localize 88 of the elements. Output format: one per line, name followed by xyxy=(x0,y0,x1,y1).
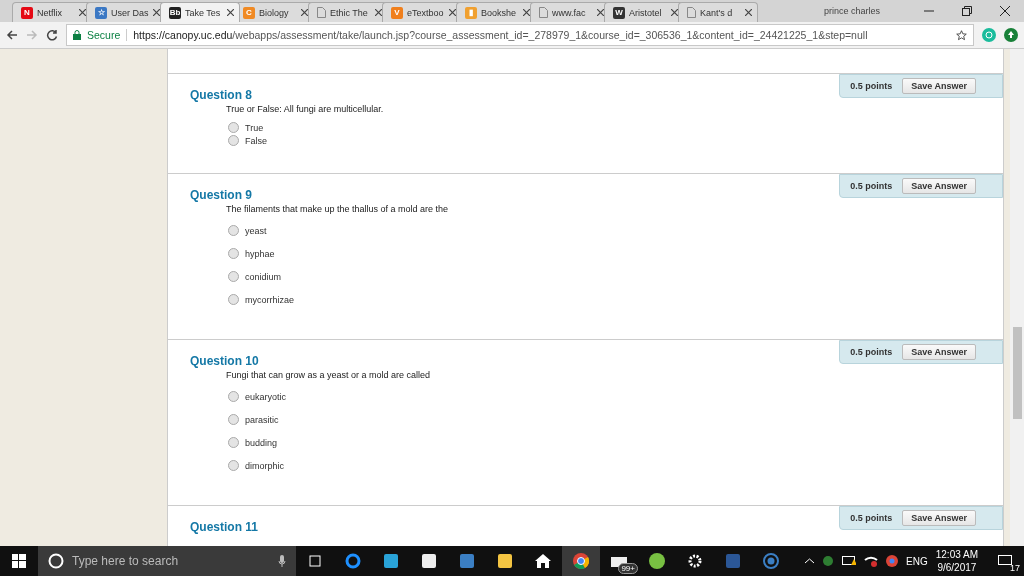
close-icon[interactable] xyxy=(301,9,308,16)
radio-button[interactable] xyxy=(228,437,239,448)
wifi-off-icon[interactable] xyxy=(864,555,879,567)
tab-title: Netflix xyxy=(37,7,63,18)
answer-option[interactable]: yeast xyxy=(228,225,1003,236)
browser-tab[interactable]: Bb Take Tes xyxy=(160,2,240,22)
microphone-icon[interactable] xyxy=(278,555,286,567)
search-placeholder: Type here to search xyxy=(72,554,180,568)
back-icon[interactable] xyxy=(6,29,18,41)
radio-button[interactable] xyxy=(228,225,239,236)
radio-button[interactable] xyxy=(228,460,239,471)
secure-label: Secure xyxy=(87,29,128,41)
site-icon: ▮ xyxy=(465,6,477,19)
notification-icon[interactable] xyxy=(998,555,1012,567)
lock-icon xyxy=(73,30,81,40)
close-icon[interactable] xyxy=(597,9,604,16)
chrome-icon[interactable] xyxy=(886,555,899,567)
points-label: 0.5 points xyxy=(850,513,893,523)
answer-option[interactable]: dimorphic xyxy=(228,460,1003,471)
close-icon[interactable] xyxy=(523,9,530,16)
answer-option[interactable]: conidium xyxy=(228,271,1003,282)
chrome-icon[interactable] xyxy=(562,546,600,576)
taskbar-search-field[interactable]: Type here to search xyxy=(38,546,296,576)
points-label: 0.5 points xyxy=(850,181,893,191)
close-icon[interactable] xyxy=(671,9,678,16)
question-title: Question 9 xyxy=(190,188,253,202)
close-icon[interactable] xyxy=(745,9,752,16)
unread-count: 99+ xyxy=(618,563,638,574)
save-answer-button[interactable]: Save Answer xyxy=(902,178,976,194)
tab-title: User Das xyxy=(111,7,149,18)
tab-title: Take Tes xyxy=(185,7,222,18)
answer-option[interactable]: False xyxy=(228,135,1003,146)
answer-option[interactable]: hyphae xyxy=(228,248,1003,259)
question-text: The filaments that make up the thallus of a mold are the xyxy=(226,204,450,214)
reload-icon[interactable] xyxy=(46,29,58,41)
answer-option[interactable]: parasitic xyxy=(228,414,1003,425)
site-icon: Bb xyxy=(169,6,181,19)
answer-option[interactable]: eukaryotic xyxy=(228,391,1003,402)
close-icon[interactable] xyxy=(153,9,160,16)
question-title: Question 8 xyxy=(190,88,253,102)
close-icon[interactable] xyxy=(79,9,86,16)
extension-icon[interactable] xyxy=(1004,28,1018,42)
points-label: 0.5 points xyxy=(850,81,893,91)
tab-title: eTextboo xyxy=(407,7,445,18)
question-text: True or False: All fungi are multicellular. xyxy=(226,104,385,114)
notification-count: 17 xyxy=(1010,563,1020,573)
question-title: Question 11 xyxy=(190,520,260,534)
radio-button[interactable] xyxy=(228,294,239,305)
battery-warning-icon[interactable] xyxy=(842,556,857,566)
language-label[interactable]: ENG xyxy=(906,555,928,567)
save-answer-button[interactable]: Save Answer xyxy=(902,510,976,526)
radio-button[interactable] xyxy=(228,135,239,146)
clock[interactable]: 12:03 AM 9/6/2017 xyxy=(935,548,978,574)
close-icon[interactable] xyxy=(375,9,382,16)
star-icon[interactable] xyxy=(956,29,967,41)
save-answer-button[interactable]: Save Answer xyxy=(902,344,976,360)
site-icon: N xyxy=(21,6,33,19)
tab-title: Ethic The xyxy=(330,7,369,18)
tab-title: Bookshe xyxy=(481,7,518,18)
circle-icon xyxy=(48,553,64,569)
site-icon: V xyxy=(391,6,403,19)
close-icon[interactable] xyxy=(449,9,456,16)
radio-button[interactable] xyxy=(228,122,239,133)
answer-option[interactable]: budding xyxy=(228,437,1003,448)
close-icon[interactable] xyxy=(227,9,234,16)
answer-option[interactable]: True xyxy=(228,122,1003,133)
site-icon: W xyxy=(613,6,625,19)
tab-title: Aristotel xyxy=(629,7,663,18)
chevron-up-icon[interactable] xyxy=(805,558,815,564)
address-field[interactable]: Secure https://canopy.uc.edu/webapps/assessment/take/launch.jsp?course_assessment_id=_278979_1&course_id=_306536_1&content_id=_24421225_1&step=null xyxy=(66,24,974,46)
radio-button[interactable] xyxy=(228,248,239,259)
tab-title: www.fac xyxy=(552,7,587,18)
question-text: Fungi that can grow as a yeast or a mold are called xyxy=(226,370,432,380)
url-text: https://canopy.uc.edu/webapps/assessment/take/launch.jsp?course_assessment_id=_278979_1&course_id=_306536_1&content_id=_24421225_1&step=null xyxy=(133,29,869,41)
profile-name[interactable]: prince charles xyxy=(823,6,880,16)
tab-title: Biology xyxy=(259,7,290,18)
site-icon: ☆ xyxy=(95,6,107,19)
radio-button[interactable] xyxy=(228,271,239,282)
save-answer-button[interactable]: Save Answer xyxy=(902,78,976,94)
tab-title: Kant's d xyxy=(700,7,734,18)
answer-option[interactable]: mycorrhizae xyxy=(228,294,1003,305)
question-title: Question 10 xyxy=(190,354,260,368)
scrollbar[interactable] xyxy=(1010,49,1024,546)
radio-button[interactable] xyxy=(228,414,239,425)
browser-tab[interactable]: Kant's d xyxy=(678,2,758,22)
site-icon: C xyxy=(243,6,255,19)
points-label: 0.5 points xyxy=(850,347,893,357)
radio-button[interactable] xyxy=(228,391,239,402)
